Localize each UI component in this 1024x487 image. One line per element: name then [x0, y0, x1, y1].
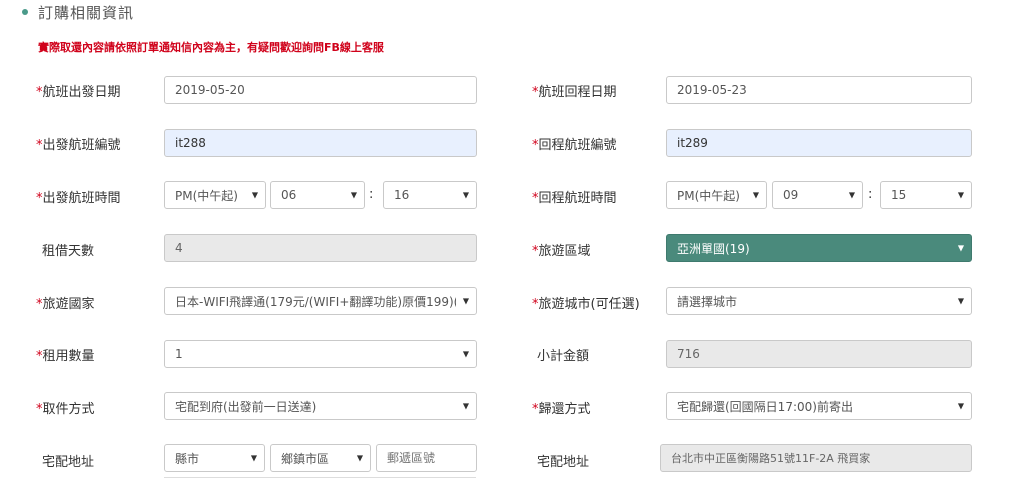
label-region: *旅遊區域: [532, 244, 591, 259]
caret-down-icon: ▼: [462, 296, 469, 306]
rent-days-field: 4: [164, 234, 477, 262]
caret-down-icon: ▼: [957, 243, 964, 253]
city-select[interactable]: 請選擇城市 ▼: [666, 287, 972, 315]
country-select[interactable]: 日本-WIFI飛譯通(179元/(WIFI+翻譯功能)原價199)(1 ▼: [164, 287, 477, 315]
label-country: *旅遊國家: [36, 297, 95, 312]
label-rent-days: 租借天數: [42, 244, 95, 259]
label-return-time: *回程航班時間: [532, 191, 617, 206]
region-select[interactable]: 亞洲單國(19) ▼: [666, 234, 972, 262]
zip-input[interactable]: [376, 444, 477, 472]
label-subtotal: 小計金額: [537, 349, 590, 364]
label-return-date: *航班回程日期: [532, 85, 617, 100]
caret-down-icon: ▼: [848, 190, 855, 200]
county-select[interactable]: 縣市 ▼: [164, 444, 265, 472]
return-hour-select[interactable]: 09 ▼: [772, 181, 863, 209]
caret-down-icon: ▼: [350, 190, 357, 200]
return-method-select[interactable]: 宅配歸還(回國隔日17:00)前寄出 ▼: [666, 392, 972, 420]
caret-down-icon: ▼: [251, 190, 258, 200]
district-select[interactable]: 鄉鎮市區 ▼: [270, 444, 371, 472]
label-return-method: *歸還方式: [532, 402, 591, 417]
label-quantity: *租用數量: [36, 349, 95, 364]
caret-down-icon: ▼: [250, 453, 257, 463]
return-ampm-select[interactable]: PM(中午起) ▼: [666, 181, 767, 209]
caret-down-icon: ▼: [957, 190, 964, 200]
depart-date-input[interactable]: 2019-05-20: [164, 76, 477, 104]
section-header: 訂購相關資訊: [22, 2, 134, 22]
caret-down-icon: ▼: [462, 190, 469, 200]
depart-flight-input[interactable]: it288: [164, 129, 477, 157]
caret-down-icon: ▼: [957, 401, 964, 411]
depart-ampm-select[interactable]: PM(中午起) ▼: [164, 181, 266, 209]
label-return-flight: *回程航班編號: [532, 138, 617, 153]
time-colon: :: [369, 187, 374, 202]
depart-hour-select[interactable]: 06 ▼: [270, 181, 365, 209]
section-title: 訂購相關資訊: [38, 3, 135, 22]
delivery-address-field: 台北市中正區衡陽路51號11F-2A 飛買家: [660, 444, 972, 472]
caret-down-icon: ▼: [462, 401, 469, 411]
caret-down-icon: ▼: [356, 453, 363, 463]
return-date-input[interactable]: 2019-05-23: [666, 76, 972, 104]
subtotal-field: 716: [666, 340, 972, 368]
caret-down-icon: ▼: [752, 190, 759, 200]
depart-minute-select[interactable]: 16 ▼: [383, 181, 477, 209]
label-city: *旅遊城市(可任選): [532, 297, 640, 312]
label-pickup: *取件方式: [36, 402, 95, 417]
circle-bullet-icon: [22, 9, 28, 15]
label-address: 宅配地址: [42, 455, 95, 470]
caret-down-icon: ▼: [462, 349, 469, 359]
quantity-select[interactable]: 1 ▼: [164, 340, 477, 368]
return-minute-select[interactable]: 15 ▼: [880, 181, 972, 209]
return-flight-input[interactable]: it289: [666, 129, 972, 157]
pickup-select[interactable]: 宅配到府(出發前一日送達) ▼: [164, 392, 477, 420]
label-depart-flight: *出發航班編號: [36, 138, 121, 153]
time-colon: :: [868, 187, 873, 202]
label-depart-date: *航班出發日期: [36, 85, 121, 100]
label-delivery-address: 宅配地址: [537, 455, 590, 470]
label-depart-time: *出發航班時間: [36, 191, 121, 206]
caret-down-icon: ▼: [957, 296, 964, 306]
notice-text: 實際取還內容請依照訂單通知信內容為主，有疑問歡迎詢問FB線上客服: [38, 41, 384, 54]
